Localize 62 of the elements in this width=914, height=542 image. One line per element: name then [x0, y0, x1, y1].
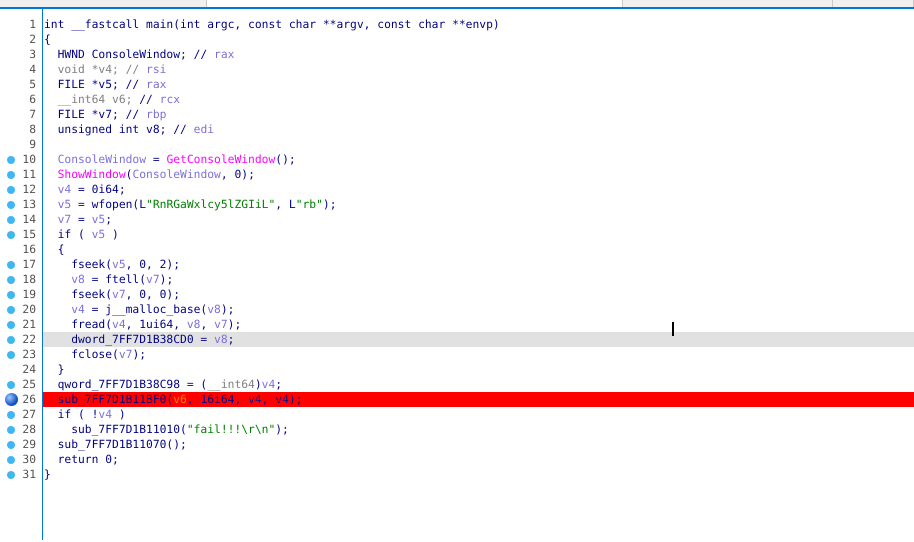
code-line: {	[56, 243, 64, 256]
line-number: 6	[28, 92, 36, 107]
code-line: void *v4; // rsi	[56, 63, 166, 76]
line-number: 10	[22, 152, 36, 167]
code-line: if ( !v4 )	[56, 408, 126, 421]
code-line: sub_7FF7D1B11010("fail!!!\r\n");	[70, 423, 289, 436]
code-line: fseek(v7, 0, 0);	[70, 288, 180, 301]
code-line: return 0;	[56, 453, 119, 466]
code-line: FILE *v5; // rax	[56, 78, 166, 91]
line-number: 26	[22, 392, 36, 407]
line-number: 27	[22, 407, 36, 422]
code-line: ShowWindow(ConsoleWindow, 0);	[56, 168, 255, 181]
code-line: fclose(v7);	[70, 348, 146, 361]
line-number: 14	[22, 212, 36, 227]
line-number: 5	[28, 77, 36, 92]
code-line: if ( v5 )	[56, 228, 119, 241]
code-line: qword_7FF7D1B38C98 = (__int64)v4;	[56, 378, 282, 391]
line-number: 20	[22, 302, 36, 317]
text-cursor	[672, 322, 674, 336]
code-line: v4 = 0i64;	[56, 183, 126, 196]
line-number: 17	[22, 257, 36, 272]
line-number: 22	[22, 332, 36, 347]
line-number: 8	[28, 122, 36, 137]
line-number: 25	[22, 377, 36, 392]
line-number: 13	[22, 197, 36, 212]
line-number: 31	[22, 467, 36, 482]
line-number: 19	[22, 287, 36, 302]
code-line: }	[56, 363, 64, 376]
code-line: __int64 v6; // rcx	[56, 93, 180, 106]
line-number: 15	[22, 227, 36, 242]
line-number: 12	[22, 182, 36, 197]
code-line: fseek(v5, 0, 2);	[70, 258, 180, 271]
line-number: 9	[28, 137, 36, 152]
code-line: HWND ConsoleWindow; // rax	[56, 48, 234, 61]
code-line: {	[44, 33, 51, 46]
line-number: 21	[22, 317, 36, 332]
line-number: 24	[22, 362, 36, 377]
line-number: 30	[22, 452, 36, 467]
line-number: 1	[28, 17, 36, 32]
code-line: v5 = wfopen(L"RnRGaWxlcy5lZGIiL", L"rb");	[56, 198, 337, 211]
line-number: 3	[28, 47, 36, 62]
code-line: v4 = j__malloc_base(v8);	[70, 303, 234, 316]
line-number: 23	[22, 347, 36, 362]
line-number: 4	[28, 62, 36, 77]
line-number: 18	[22, 272, 36, 287]
line-number: 29	[22, 437, 36, 452]
line-number: 11	[22, 167, 36, 182]
code-line: unsigned int v8; // edi	[56, 123, 214, 136]
code-line: sub_7FF7D1B11070();	[56, 438, 187, 451]
code-line: FILE *v7; // rbp	[56, 108, 166, 121]
line-number: 2	[28, 32, 36, 47]
line-number: 7	[28, 107, 36, 122]
code-line: v7 = v5;	[56, 213, 112, 226]
code-line: sub_7FF7D1B11BF0(v6, 16i64, v4, v4);	[56, 393, 302, 406]
line-number: 16	[22, 242, 36, 257]
code-line: ConsoleWindow = GetConsoleWindow();	[56, 153, 296, 166]
code-line: dword_7FF7D1B38CD0 = v8;	[70, 333, 234, 346]
line-number: 28	[22, 422, 36, 437]
code-line: v8 = ftell(v7);	[70, 273, 174, 286]
code-line: int __fastcall main(int argc, const char **argv, const char **envp)	[44, 18, 500, 31]
code-line: }	[44, 468, 51, 481]
code-line: fread(v4, 1ui64, v8, v7);	[70, 318, 242, 331]
